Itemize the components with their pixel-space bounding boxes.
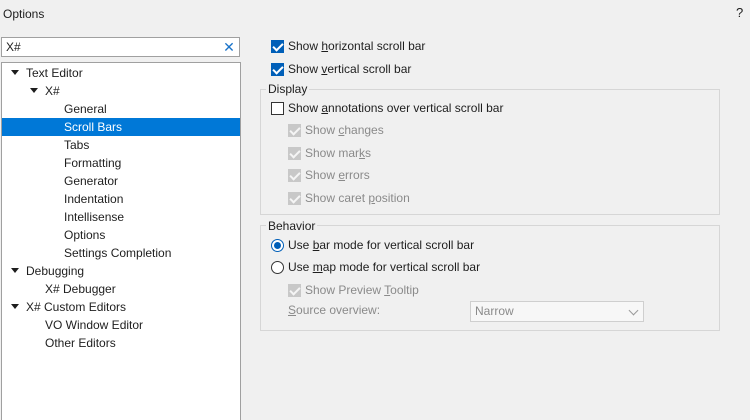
source-overview-label: Source overview:	[288, 303, 381, 317]
expanded-arrow-icon[interactable]	[11, 304, 19, 309]
show-changes-checkbox	[288, 124, 301, 137]
tree-item[interactable]: VO Window Editor	[2, 316, 240, 334]
show-vertical-checkbox[interactable]	[271, 63, 284, 76]
tree-item-label: Tabs	[64, 138, 90, 152]
show-annotations-checkbox[interactable]	[271, 102, 284, 115]
show-horizontal-checkbox[interactable]	[271, 40, 284, 53]
help-button[interactable]: ?	[736, 5, 743, 20]
tree-item[interactable]: Formatting	[2, 154, 240, 172]
title-bar: Options ?	[0, 0, 750, 28]
show-marks-checkbox	[288, 147, 301, 160]
tree-item-label: General	[64, 102, 107, 116]
behavior-group-title: Behavior	[266, 219, 318, 233]
expanded-arrow-icon[interactable]	[11, 268, 19, 273]
map-mode-label: Use map mode for vertical scroll bar	[288, 260, 481, 274]
show-horizontal-label: Show horizontal scroll bar	[288, 39, 426, 53]
source-overview-value: Narrow	[475, 304, 514, 318]
show-caret-label: Show caret position	[305, 191, 410, 205]
options-tree: Text Editor X# General Scroll Bars Tabs Forma…	[1, 62, 241, 420]
bar-mode-radio[interactable]	[271, 239, 284, 252]
expanded-arrow-icon[interactable]	[11, 70, 19, 75]
tree-item-label: Intellisense	[64, 210, 125, 224]
tree-item-label: X#	[45, 84, 60, 98]
tree-item-label: Indentation	[64, 192, 124, 206]
tree-item[interactable]: Text Editor	[2, 64, 240, 82]
window-title: Options	[3, 7, 45, 21]
tree-item[interactable]: Scroll Bars	[2, 118, 240, 136]
tree-item-label: Scroll Bars	[64, 120, 123, 134]
tree-item-label: X# Custom Editors	[26, 300, 127, 314]
show-changes-label: Show changes	[305, 123, 384, 137]
display-group-title: Display	[266, 82, 310, 96]
tree-item[interactable]: General	[2, 100, 240, 118]
tree-item[interactable]: Other Editors	[2, 334, 240, 352]
tree-item-label: Settings Completion	[64, 246, 172, 260]
tree-item[interactable]: X#	[2, 82, 240, 100]
show-vertical-label: Show vertical scroll bar	[288, 62, 412, 76]
tree-item-label: X# Debugger	[45, 282, 116, 296]
tree-item-label: Text Editor	[26, 66, 83, 80]
tree-item[interactable]: Generator	[2, 172, 240, 190]
preview-tooltip-label: Show Preview Tooltip	[305, 283, 419, 297]
search-input[interactable]	[6, 39, 216, 55]
tree-item-label: VO Window Editor	[45, 318, 144, 332]
tree-item[interactable]: Tabs	[2, 136, 240, 154]
clear-search-icon[interactable]: ✕	[222, 38, 236, 56]
chevron-down-icon	[628, 305, 639, 316]
show-caret-checkbox	[288, 192, 301, 205]
tree-item-label: Debugging	[26, 264, 85, 278]
tree-item[interactable]: Options	[2, 226, 240, 244]
show-errors-checkbox	[288, 169, 301, 182]
search-box: ✕	[1, 37, 240, 57]
show-marks-label: Show marks	[305, 146, 372, 160]
source-overview-dropdown: Narrow	[470, 301, 644, 322]
tree-item[interactable]: Settings Completion	[2, 244, 240, 262]
tree-item[interactable]: Indentation	[2, 190, 240, 208]
tree-item[interactable]: X# Custom Editors	[2, 298, 240, 316]
show-errors-label: Show errors	[305, 168, 370, 182]
expanded-arrow-icon[interactable]	[30, 88, 38, 93]
tree-item[interactable]: Intellisense	[2, 208, 240, 226]
tree-item-label: Generator	[64, 174, 119, 188]
tree-item-label: Other Editors	[45, 336, 116, 350]
map-mode-radio[interactable]	[271, 261, 284, 274]
tree-item[interactable]: X# Debugger	[2, 280, 240, 298]
preview-tooltip-checkbox	[288, 284, 301, 297]
show-annotations-label: Show annotations over vertical scroll ba…	[288, 101, 504, 115]
tree-item[interactable]: Debugging	[2, 262, 240, 280]
bar-mode-label: Use bar mode for vertical scroll bar	[288, 238, 475, 252]
tree-item-label: Formatting	[64, 156, 122, 170]
tree-item-label: Options	[64, 228, 106, 242]
